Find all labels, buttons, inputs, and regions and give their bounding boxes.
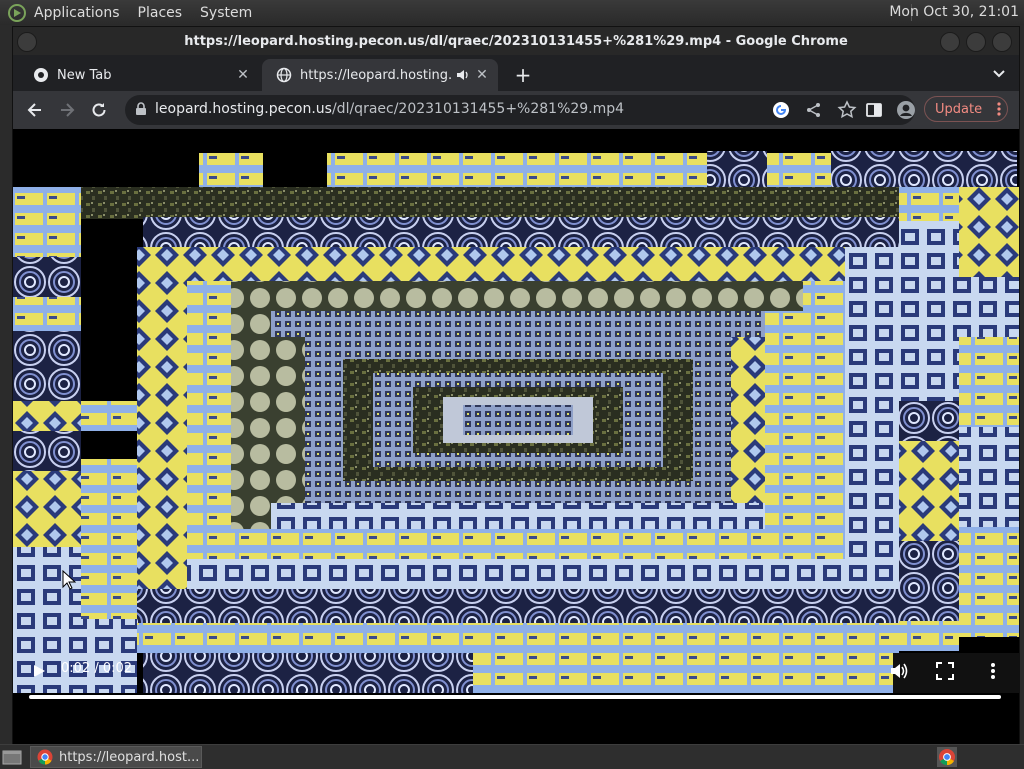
tab-new-tab[interactable]: New Tab ✕	[19, 59, 259, 91]
globe-icon	[276, 67, 292, 83]
video-progress-bar[interactable]	[29, 695, 1001, 699]
minimize-button[interactable]	[940, 32, 960, 52]
tab-video[interactable]: https://leopard.hosting.pecon.us/dl/qrae…	[262, 59, 498, 91]
desktop-top-panel: Applications Places System Mon Oct 30, 2…	[0, 0, 1024, 25]
url-host: leopard.hosting.pecon.us	[155, 101, 332, 117]
tab-label: New Tab	[57, 67, 112, 83]
reload-icon[interactable]	[89, 100, 109, 120]
side-panel-icon[interactable]	[864, 100, 884, 120]
window-menu-button[interactable]	[17, 32, 37, 52]
chevron-down-icon[interactable]	[989, 63, 1009, 83]
fullscreen-icon[interactable]	[935, 661, 955, 681]
window-title: https://leopard.hosting.pecon.us/dl/qrae…	[184, 33, 848, 49]
back-arrow-icon[interactable]	[25, 100, 45, 120]
kebab-menu-icon[interactable]	[997, 101, 1001, 117]
video-page: 0:02 / 0:02	[13, 129, 1019, 744]
google-lens-icon[interactable]	[772, 101, 790, 119]
mouse-cursor-icon	[62, 570, 76, 590]
show-desktop-icon[interactable]	[2, 748, 22, 766]
new-tab-button[interactable]: +	[509, 61, 537, 89]
share-icon[interactable]	[805, 101, 823, 119]
taskbar-item-label: https://leopard.host...	[59, 749, 200, 765]
volume-icon[interactable]	[889, 661, 909, 681]
update-button[interactable]: Update	[924, 96, 1008, 122]
url-text: leopard.hosting.pecon.us/dl/qraec/202310…	[155, 101, 624, 117]
video-frame[interactable]	[13, 129, 1019, 693]
lock-icon[interactable]	[135, 102, 147, 116]
menu-system[interactable]: System	[200, 5, 252, 21]
close-tab-icon[interactable]: ✕	[235, 67, 251, 83]
window-titlebar[interactable]: https://leopard.hosting.pecon.us/dl/qrae…	[13, 27, 1019, 55]
more-options-icon[interactable]	[985, 661, 1001, 681]
tab-strip: New Tab ✕ https://leopard.hosting.pecon.…	[13, 55, 1019, 91]
menu-places[interactable]: Places	[138, 5, 183, 21]
maximize-button[interactable]	[966, 32, 986, 52]
profile-avatar-icon[interactable]	[896, 100, 916, 120]
taskbar-item-chrome[interactable]: https://leopard.host...	[30, 746, 202, 768]
chrome-icon	[34, 68, 48, 82]
chrome-window: https://leopard.hosting.pecon.us/dl/qrae…	[12, 26, 1020, 745]
chrome-tray-icon[interactable]	[937, 747, 957, 767]
menu-applications[interactable]: Applications	[34, 5, 120, 21]
url-path: /dl/qraec/202310131455+%281%29.mp4	[331, 101, 625, 117]
play-icon[interactable]	[31, 663, 47, 679]
close-tab-icon[interactable]: ✕	[474, 67, 490, 83]
browser-toolbar: leopard.hosting.pecon.us/dl/qraec/202310…	[13, 91, 1019, 129]
video-time: 0:02 / 0:02	[61, 661, 133, 676]
video-controls: 0:02 / 0:02	[13, 647, 1019, 707]
chrome-icon	[37, 749, 53, 765]
distro-logo-icon[interactable]	[6, 2, 28, 24]
close-window-button[interactable]	[992, 32, 1012, 52]
forward-arrow-icon[interactable]	[57, 100, 77, 120]
address-bar[interactable]: leopard.hosting.pecon.us/dl/qraec/202310…	[125, 95, 915, 125]
update-label: Update	[935, 102, 983, 117]
tab-label: https://leopard.hosting.pecon.us/dl/qrae…	[300, 67, 452, 83]
panel-clock[interactable]: Mon Oct 30, 21:01	[889, 4, 1019, 20]
speaker-icon[interactable]	[456, 68, 470, 82]
desktop-taskbar: https://leopard.host...	[0, 744, 1024, 769]
bookmark-star-icon[interactable]	[837, 100, 857, 120]
